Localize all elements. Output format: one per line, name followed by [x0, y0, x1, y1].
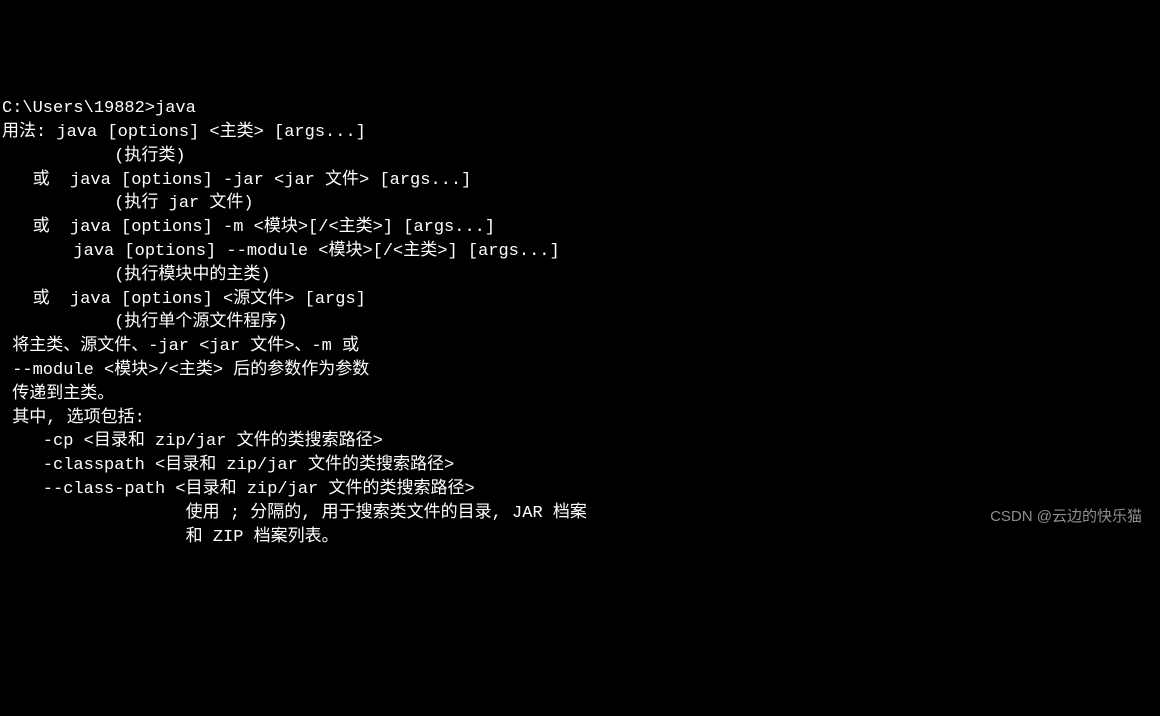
terminal-line: 使用 ; 分隔的, 用于搜索类文件的目录, JAR 档案: [2, 502, 1160, 526]
terminal-line: (执行 jar 文件): [2, 192, 1160, 216]
terminal-line: java [options] --module <模块>[/<主类>] [arg…: [2, 240, 1160, 264]
terminal-line: -cp <目录和 zip/jar 文件的类搜索路径>: [2, 430, 1160, 454]
terminal-line: (执行模块中的主类): [2, 264, 1160, 288]
terminal-line: --module <模块>/<主类> 后的参数作为参数: [2, 359, 1160, 383]
terminal-line: 传递到主类。: [2, 383, 1160, 407]
terminal-line: C:\Users\19882>java: [2, 97, 1160, 121]
terminal-line: -classpath <目录和 zip/jar 文件的类搜索路径>: [2, 454, 1160, 478]
terminal-line: 用法: java [options] <主类> [args...]: [2, 121, 1160, 145]
terminal-line: 其中, 选项包括:: [2, 407, 1160, 431]
terminal-line: 和 ZIP 档案列表。: [2, 526, 1160, 550]
watermark-text: CSDN @云边的快乐猫: [990, 506, 1142, 527]
terminal-line: 或 java [options] -m <模块>[/<主类>] [args...…: [2, 216, 1160, 240]
terminal-output[interactable]: C:\Users\19882>java用法: java [options] <主…: [2, 97, 1160, 549]
terminal-line: 或 java [options] -jar <jar 文件> [args...]: [2, 169, 1160, 193]
terminal-line: --class-path <目录和 zip/jar 文件的类搜索路径>: [2, 478, 1160, 502]
terminal-line: (执行单个源文件程序): [2, 311, 1160, 335]
terminal-line: (执行类): [2, 145, 1160, 169]
terminal-line: 或 java [options] <源文件> [args]: [2, 288, 1160, 312]
terminal-line: 将主类、源文件、-jar <jar 文件>、-m 或: [2, 335, 1160, 359]
